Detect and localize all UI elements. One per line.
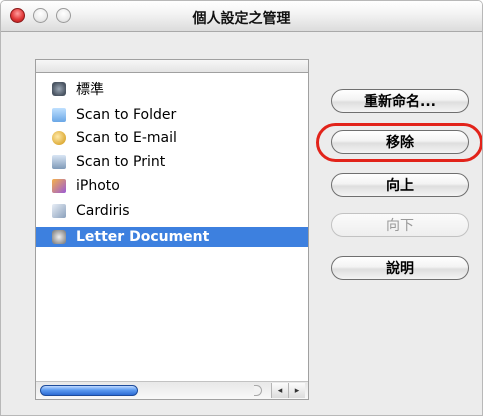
scroll-left-arrow-icon[interactable]: ◂ xyxy=(271,383,288,398)
help-button[interactable]: 說明 xyxy=(331,256,469,280)
list-item-label: Scan to Folder xyxy=(76,107,177,123)
list-item-scan-to-folder[interactable]: Scan to Folder xyxy=(36,105,308,125)
scrollbar-track-end xyxy=(254,385,262,396)
title-bar: 個人設定之管理 xyxy=(1,1,482,32)
list-item-label: Scan to Print xyxy=(76,154,166,170)
profile-manager-window: 個人設定之管理 標準 Scan to Folder Scan to E-mail… xyxy=(0,0,483,416)
iphoto-icon xyxy=(52,179,66,193)
list-header xyxy=(35,59,309,73)
rename-button[interactable]: 重新命名... xyxy=(331,89,469,113)
standard-profile-icon xyxy=(52,82,66,96)
scrollbar-thumb[interactable] xyxy=(40,385,138,396)
list-item-letter-document[interactable]: Letter Document xyxy=(36,227,308,247)
list-item-label: Cardiris xyxy=(76,203,130,219)
remove-button[interactable]: 移除 xyxy=(331,130,469,154)
horizontal-scrollbar[interactable]: ◂ ▸ xyxy=(36,381,308,399)
list-item-scan-to-print[interactable]: Scan to Print xyxy=(36,152,308,172)
list-item-standard[interactable]: 標準 xyxy=(36,79,308,99)
move-down-button: 向下 xyxy=(331,213,469,237)
list-item-label: 標準 xyxy=(76,82,104,98)
list-item-cardiris[interactable]: Cardiris xyxy=(36,201,308,221)
cardiris-icon xyxy=(52,204,66,218)
move-up-button[interactable]: 向上 xyxy=(331,173,469,197)
list-item-label: Letter Document xyxy=(76,229,210,245)
letter-document-icon xyxy=(52,230,66,244)
window-title: 個人設定之管理 xyxy=(192,11,291,27)
email-icon xyxy=(52,131,66,145)
list-item-label: Scan to E-mail xyxy=(76,130,177,146)
printer-icon xyxy=(52,155,66,169)
list-item-scan-to-email[interactable]: Scan to E-mail xyxy=(36,128,308,148)
list-item-iphoto[interactable]: iPhoto xyxy=(36,176,308,196)
scroll-right-arrow-icon[interactable]: ▸ xyxy=(288,383,305,398)
profile-list[interactable]: 標準 Scan to Folder Scan to E-mail Scan to… xyxy=(35,73,309,400)
folder-icon xyxy=(52,108,66,122)
list-item-label: iPhoto xyxy=(76,178,120,194)
